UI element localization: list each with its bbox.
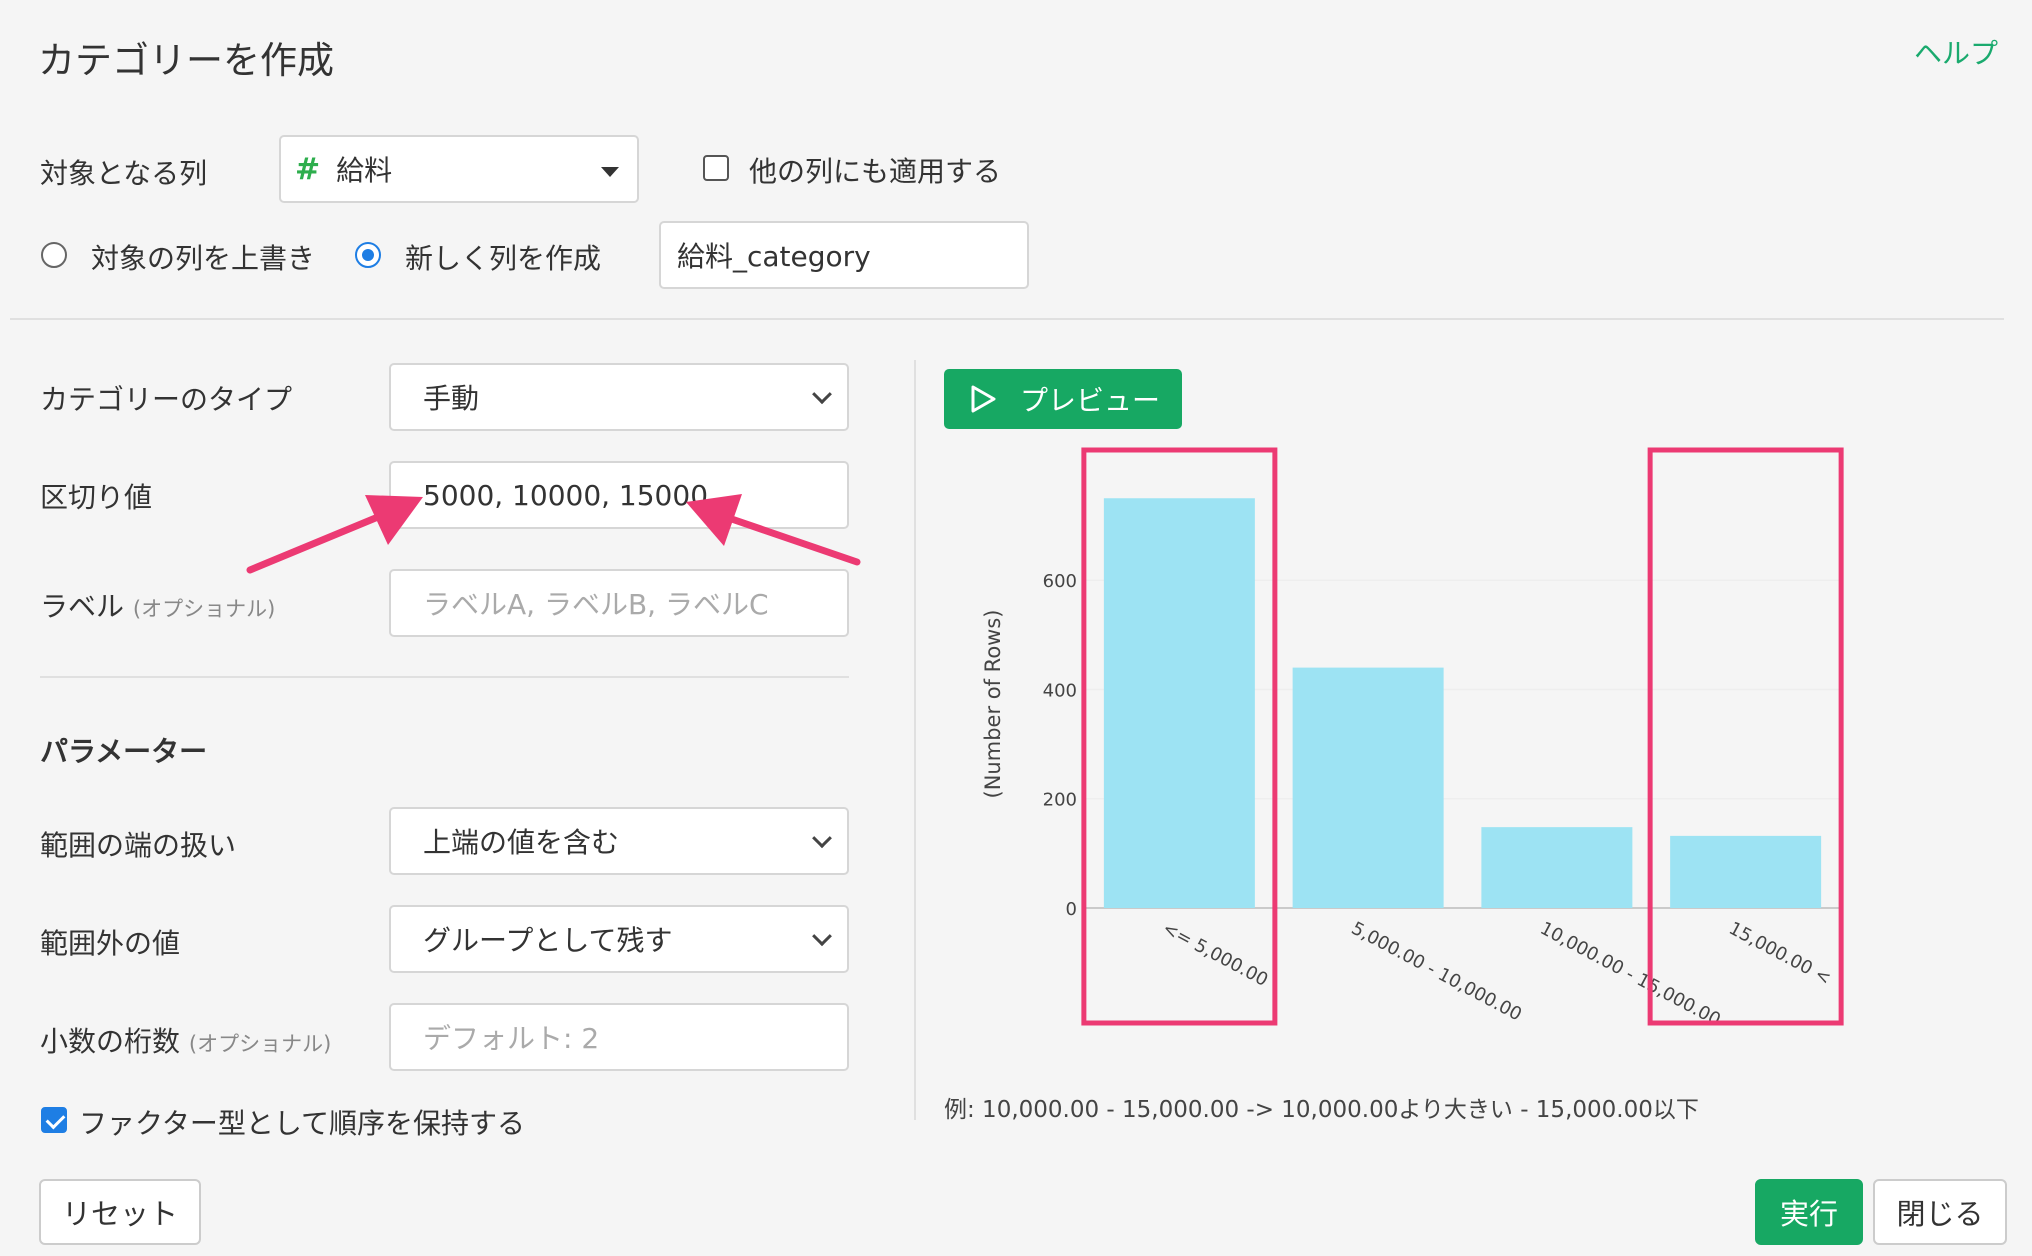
edge-value: 上端の値を含む [423,826,620,859]
factor-label: ファクター型として順序を保持する [79,1107,526,1140]
target-column-value: 給料 [336,154,393,187]
dialog-title: カテゴリーを作成 [38,39,334,82]
new-column-name-input[interactable]: 給料_category [659,221,1029,289]
params-divider [40,676,849,678]
bar [1670,835,1822,908]
outside-select[interactable]: グループとして残す [389,905,849,973]
edge-label: 範囲の端の扱い [40,829,237,862]
x-tick-label: 5,000.00 - 10,000.00 [1348,918,1525,1026]
y-tick-label: 600 [1043,571,1077,592]
outside-value: グループとして残す [423,924,673,957]
apply-other-label: 他の列にも適用する [749,155,1002,188]
y-tick-label: 400 [1043,680,1077,701]
help-link[interactable]: ヘルプ [1914,32,1998,72]
category-type-label: カテゴリーのタイプ [40,383,293,416]
chevron-down-icon [812,926,832,947]
new-column-name-value: 給料_category [677,240,871,273]
apply-other-checkbox[interactable] [703,155,729,181]
bar [1103,498,1255,908]
annotation-arrows [246,494,861,574]
overwrite-label: 対象の列を上書き [91,242,316,275]
digits-input[interactable]: デフォルト: 2 [389,1003,849,1071]
preview-button[interactable]: プレビュー [944,369,1182,429]
x-tick-label: 15,000.00 < [1725,918,1834,989]
digits-label: 小数の桁数 (オプショナル) [40,1020,331,1060]
number-hash-icon: # [295,151,321,187]
digits-optional: (オプショナル) [188,1032,332,1056]
target-column-label: 対象となる列 [40,157,208,190]
x-tick-label: <= 5,000.00 [1159,918,1271,991]
y-tick-label: 0 [1066,899,1077,920]
reset-button[interactable]: リセット [39,1179,201,1245]
close-button[interactable]: 閉じる [1873,1179,2007,1245]
preview-button-label: プレビュー [1020,385,1161,416]
y-tick-label: 200 [1043,790,1077,811]
y-axis-label: (Number of Rows) [981,610,1005,799]
chevron-down-icon [812,828,832,849]
play-icon [971,385,996,413]
new-column-radio[interactable] [355,242,381,268]
preview-bar-chart: 0 200 400 600 <= 5,000.00 5,000.00 - 10,000.0… [981,447,1844,1031]
overwrite-radio[interactable] [41,242,67,268]
column-divider [914,360,916,1120]
digits-label-text: 小数の桁数 [40,1025,181,1058]
breaks-label: 区切り値 [40,481,153,514]
labels-optional: (オプショナル) [132,597,276,621]
edge-select[interactable]: 上端の値を含む [389,807,849,875]
example-text: 例: 10,000.00 - 15,000.00 -> 10,000.00より大… [944,1097,1699,1123]
caret-down-icon [601,167,619,177]
factor-checkbox[interactable] [41,1107,67,1133]
section-divider [10,318,2004,320]
digits-placeholder: デフォルト: 2 [423,1022,600,1055]
target-column-select[interactable]: # 給料 [279,135,639,203]
new-column-label: 新しく列を作成 [405,242,602,275]
bar [1481,827,1633,908]
category-type-select[interactable]: 手動 [389,363,849,431]
params-heading: パラメーター [40,735,208,768]
outside-label: 範囲外の値 [40,927,181,960]
labels-label: ラベル (オプショナル) [40,585,275,625]
bar [1292,667,1444,908]
chevron-down-icon [812,384,832,405]
x-tick-label: 10,000.00 - 15,000.00 [1537,918,1724,1031]
run-button[interactable]: 実行 [1755,1179,1863,1245]
category-type-value: 手動 [423,382,480,415]
labels-label-text: ラベル [40,590,125,623]
